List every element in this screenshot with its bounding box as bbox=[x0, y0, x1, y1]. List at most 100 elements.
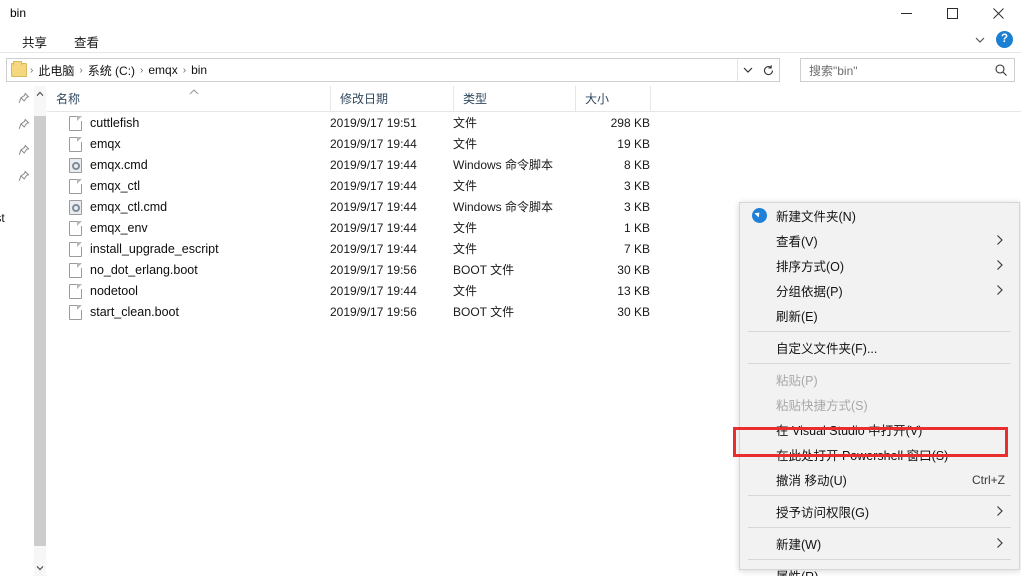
minimize-button[interactable] bbox=[883, 0, 929, 26]
file-type: BOOT 文件 bbox=[453, 263, 515, 277]
file-name[interactable]: install_upgrade_escript bbox=[90, 239, 219, 260]
menu-item-label: 在 Visual Studio 中打开(V) bbox=[776, 424, 923, 438]
menu-item[interactable]: 分组依据(P) bbox=[740, 278, 1019, 303]
search-icon[interactable] bbox=[988, 63, 1014, 77]
tab-share[interactable]: 共享 bbox=[18, 30, 51, 53]
menu-item[interactable]: 刷新(E) bbox=[740, 303, 1019, 328]
file-icon bbox=[69, 116, 82, 131]
file-name[interactable]: emqx bbox=[90, 134, 121, 155]
file-type: 文件 bbox=[453, 284, 478, 298]
maximize-button[interactable] bbox=[929, 0, 975, 26]
cmd-script-icon bbox=[69, 158, 82, 173]
menu-item-label: 排序方式(O) bbox=[776, 260, 845, 274]
column-header-spacer[interactable] bbox=[650, 86, 770, 112]
pin-icon bbox=[18, 92, 30, 104]
table-row[interactable]: cuttlefish 2019/9/17 19:51 文件 298 KB bbox=[47, 113, 1021, 134]
file-icon bbox=[69, 284, 82, 299]
folder-icon bbox=[11, 61, 27, 77]
menu-item-label: 在此处打开 Powershell 窗口(S) bbox=[776, 449, 949, 463]
nav-pane-scrollbar[interactable] bbox=[34, 86, 46, 576]
menu-separator bbox=[748, 363, 1011, 364]
file-type: BOOT 文件 bbox=[453, 305, 515, 319]
table-row[interactable]: emqx.cmd 2019/9/17 19:44 Windows 命令脚本 8 KB bbox=[47, 155, 1021, 176]
chevron-right-icon bbox=[996, 284, 1006, 297]
file-modified-date: 2019/9/17 19:44 bbox=[330, 179, 417, 193]
new-folder-icon bbox=[752, 208, 767, 223]
menu-item-label: 新建文件夹(N) bbox=[776, 210, 856, 224]
menu-item[interactable]: 新建文件夹(N) bbox=[740, 203, 1019, 228]
scroll-down-icon[interactable] bbox=[34, 560, 46, 576]
context-menu[interactable]: 新建文件夹(N) 查看(V) 排序方式(O) 分组依据(P) 刷新(E) 自定义文件夹(F… bbox=[739, 202, 1020, 576]
menu-separator bbox=[748, 495, 1011, 496]
window-title: bin bbox=[10, 6, 27, 20]
breadcrumb-item-1[interactable]: 系统 (C:) bbox=[84, 60, 139, 81]
pin-icon bbox=[18, 170, 30, 182]
table-row[interactable]: emqx_ctl 2019/9/17 19:44 文件 3 KB bbox=[47, 176, 1021, 197]
menu-item-label: 自定义文件夹(F)... bbox=[776, 342, 878, 356]
menu-item[interactable]: 在此处打开 Powershell 窗口(S) bbox=[740, 442, 1019, 467]
file-modified-date: 2019/9/17 19:44 bbox=[330, 137, 417, 151]
cmd-script-icon bbox=[69, 200, 82, 215]
file-name[interactable]: nodetool bbox=[90, 281, 138, 302]
file-size: 30 KB bbox=[617, 263, 650, 277]
file-name[interactable]: emqx_ctl bbox=[90, 176, 140, 197]
file-modified-date: 2019/9/17 19:44 bbox=[330, 200, 417, 214]
menu-item[interactable]: 撤消 移动(U) Ctrl+Z bbox=[740, 467, 1019, 492]
menu-item-label: 属性(R) bbox=[776, 566, 1019, 576]
breadcrumb-item-3[interactable]: bin bbox=[187, 61, 211, 79]
column-header-type[interactable]: 类型 bbox=[453, 86, 575, 112]
file-modified-date: 2019/9/17 19:44 bbox=[330, 284, 417, 298]
menu-item[interactable]: 授予访问权限(G) bbox=[740, 499, 1019, 524]
chevron-down-icon[interactable] bbox=[973, 34, 987, 46]
breadcrumb-item-2[interactable]: emqx bbox=[144, 61, 181, 79]
chevron-right-icon bbox=[996, 537, 1006, 550]
menu-item[interactable]: 属性(R) bbox=[740, 563, 1019, 576]
scroll-up-icon[interactable] bbox=[34, 86, 46, 102]
breadcrumb-item-0[interactable]: 此电脑 bbox=[34, 60, 78, 81]
file-modified-date: 2019/9/17 19:44 bbox=[330, 221, 417, 235]
sort-ascending-icon bbox=[187, 88, 201, 98]
file-type: 文件 bbox=[453, 242, 478, 256]
file-name[interactable]: start_clean.boot bbox=[90, 302, 179, 323]
file-name[interactable]: emqx_env bbox=[90, 218, 148, 239]
file-type: 文件 bbox=[453, 221, 478, 235]
file-size: 19 KB bbox=[617, 137, 650, 151]
menu-item: 粘贴(P) bbox=[740, 367, 1019, 392]
tab-view[interactable]: 查看 bbox=[70, 30, 103, 53]
menu-item-label: 粘贴快捷方式(S) bbox=[776, 399, 868, 413]
title-bar: bin bbox=[0, 0, 1021, 26]
address-history-chevron-icon[interactable] bbox=[737, 59, 757, 81]
file-name[interactable]: emqx_ctl.cmd bbox=[90, 197, 167, 218]
address-bar[interactable]: › 此电脑 › 系统 (C:) › emqx › bin bbox=[6, 58, 780, 82]
ribbon-divider bbox=[0, 52, 1021, 53]
pin-icon bbox=[18, 118, 30, 130]
table-row[interactable]: emqx 2019/9/17 19:44 文件 19 KB bbox=[47, 134, 1021, 155]
menu-separator bbox=[748, 331, 1011, 332]
search-box[interactable]: 搜索"bin" bbox=[800, 58, 1015, 82]
column-header-date[interactable]: 修改日期 bbox=[330, 86, 453, 112]
search-input[interactable]: 搜索"bin" bbox=[801, 62, 988, 79]
file-modified-date: 2019/9/17 19:44 bbox=[330, 242, 417, 256]
file-type: 文件 bbox=[453, 137, 478, 151]
nav-pane-scrollbar-thumb[interactable] bbox=[34, 116, 46, 546]
menu-item[interactable]: 新建(W) bbox=[740, 531, 1019, 556]
file-modified-date: 2019/9/17 19:44 bbox=[330, 158, 417, 172]
menu-item-label: 刷新(E) bbox=[776, 310, 818, 324]
column-header-row: 名称 修改日期 类型 大小 bbox=[47, 86, 1021, 112]
file-name[interactable]: cuttlefish bbox=[90, 113, 139, 134]
menu-item[interactable]: 在 Visual Studio 中打开(V) bbox=[740, 417, 1019, 442]
help-icon[interactable]: ? bbox=[996, 31, 1013, 48]
refresh-icon[interactable] bbox=[757, 59, 779, 81]
file-name[interactable]: no_dot_erlang.boot bbox=[90, 260, 198, 281]
menu-item-shortcut: Ctrl+Z bbox=[972, 472, 1005, 487]
close-button[interactable] bbox=[975, 0, 1021, 26]
menu-item[interactable]: 查看(V) bbox=[740, 228, 1019, 253]
file-name[interactable]: emqx.cmd bbox=[90, 155, 148, 176]
file-icon bbox=[69, 221, 82, 236]
file-modified-date: 2019/9/17 19:56 bbox=[330, 305, 417, 319]
column-header-size[interactable]: 大小 bbox=[575, 86, 650, 112]
menu-item[interactable]: 自定义文件夹(F)... bbox=[740, 335, 1019, 360]
menu-item[interactable]: 排序方式(O) bbox=[740, 253, 1019, 278]
file-explorer-window: bin 共享 查看 ? › 此电脑 › 系统 (C:) › emqx › bin… bbox=[0, 0, 1021, 576]
file-type: 文件 bbox=[453, 179, 478, 193]
